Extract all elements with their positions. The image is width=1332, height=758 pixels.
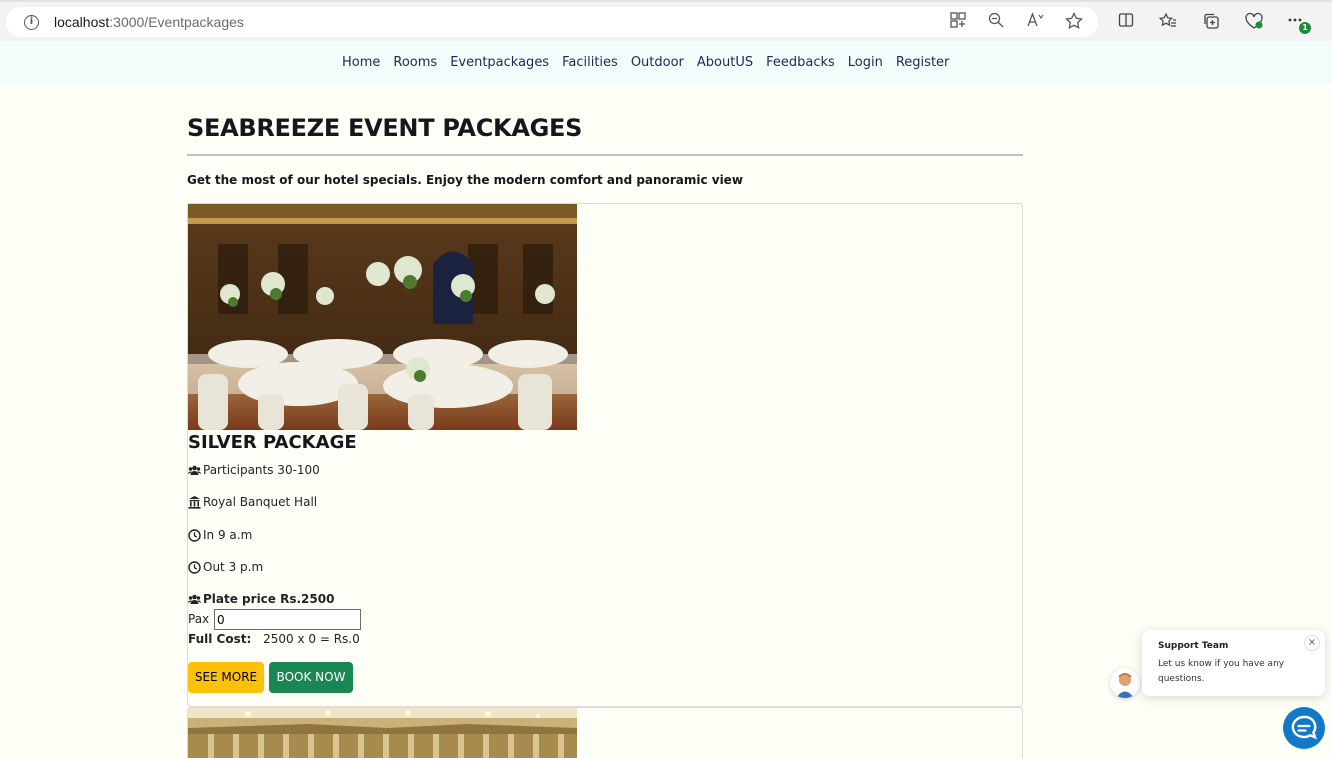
close-icon[interactable]: × <box>1304 635 1320 651</box>
split-screen-icon[interactable] <box>1116 12 1136 32</box>
banquet-hall-photo <box>188 204 577 430</box>
page-title: SEABREEZE EVENT PACKAGES <box>187 114 583 142</box>
site-navbar: Home Rooms Eventpackages Facilities Outd… <box>0 41 1332 84</box>
nav-aboutus[interactable]: AboutUS <box>697 55 753 70</box>
support-chat-popup[interactable]: Support Team Let us know if you have any… <box>1142 630 1325 696</box>
nav-feedbacks[interactable]: Feedbacks <box>766 55 835 70</box>
clock-icon <box>188 528 201 542</box>
venue-row: Royal Banquet Hall <box>188 495 317 509</box>
see-more-button[interactable]: SEE MORE <box>188 662 264 693</box>
full-cost-label: Full Cost: <box>188 632 252 646</box>
favorite-star-icon[interactable] <box>1064 11 1084 32</box>
users-icon <box>188 465 201 475</box>
url-text[interactable]: localhost:3000/Eventpackages <box>54 14 244 30</box>
nav-eventpackages[interactable]: Eventpackages <box>450 55 549 70</box>
pax-label: Pax <box>188 612 210 626</box>
app-grid-icon[interactable] <box>948 12 968 32</box>
plate-price-text: Plate price Rs.2500 <box>203 592 335 606</box>
read-aloud-icon[interactable] <box>1026 12 1046 32</box>
book-now-button[interactable]: BOOK NOW <box>269 662 353 693</box>
check-in-row: In 9 a.m <box>188 528 252 542</box>
nav-login[interactable]: Login <box>848 55 883 70</box>
nav-outdoor[interactable]: Outdoor <box>631 55 684 70</box>
venue-text: Royal Banquet Hall <box>203 495 318 509</box>
notification-badge: 1 <box>1299 22 1311 34</box>
chat-message: Let us know if you have any questions. <box>1158 659 1285 684</box>
nav-rooms[interactable]: Rooms <box>393 55 437 70</box>
chat-title: Support Team <box>1158 641 1229 651</box>
browser-toolbar: i localhost:3000/Eventpackages 1 <box>0 0 1332 41</box>
nav-home[interactable]: Home <box>342 55 380 70</box>
clock-icon <box>188 560 201 574</box>
package-name: SILVER PACKAGE <box>188 432 357 453</box>
health-extension-icon[interactable] <box>1244 12 1264 32</box>
check-in-text: In 9 a.m <box>203 528 253 542</box>
page-tagline: Get the most of our hotel specials. Enjo… <box>187 173 743 187</box>
conference-hall-photo <box>188 708 577 758</box>
nav-facilities[interactable]: Facilities <box>562 55 618 70</box>
url-path: :3000/Eventpackages <box>109 14 244 30</box>
plate-price-row: Plate price Rs.2500 <box>188 592 334 606</box>
title-divider <box>187 154 1023 156</box>
zoom-icon[interactable] <box>986 12 1006 32</box>
support-agent-avatar[interactable] <box>1110 668 1140 698</box>
collections-icon[interactable] <box>1201 12 1221 32</box>
nav-links: Home Rooms Eventpackages Facilities Outd… <box>342 55 949 70</box>
full-cost-row: Full Cost: 2500 x 0 = Rs.0 <box>188 632 360 646</box>
chat-icon <box>1291 715 1317 740</box>
url-host: localhost <box>54 14 110 30</box>
participants-text: Participants 30-100 <box>203 463 320 477</box>
participants-row: Participants 30-100 <box>188 463 320 477</box>
nav-register[interactable]: Register <box>896 55 950 70</box>
landmark-icon <box>188 496 201 509</box>
check-out-text: Out 3 p.m <box>203 560 264 574</box>
favorites-list-icon[interactable] <box>1158 12 1178 32</box>
full-cost-value: 2500 x 0 = Rs.0 <box>263 632 360 646</box>
chat-launcher-button[interactable] <box>1283 707 1325 749</box>
users-icon <box>188 594 201 604</box>
check-out-row: Out 3 p.m <box>188 560 263 574</box>
pax-input[interactable] <box>214 609 361 630</box>
site-info-icon[interactable]: i <box>24 15 39 30</box>
